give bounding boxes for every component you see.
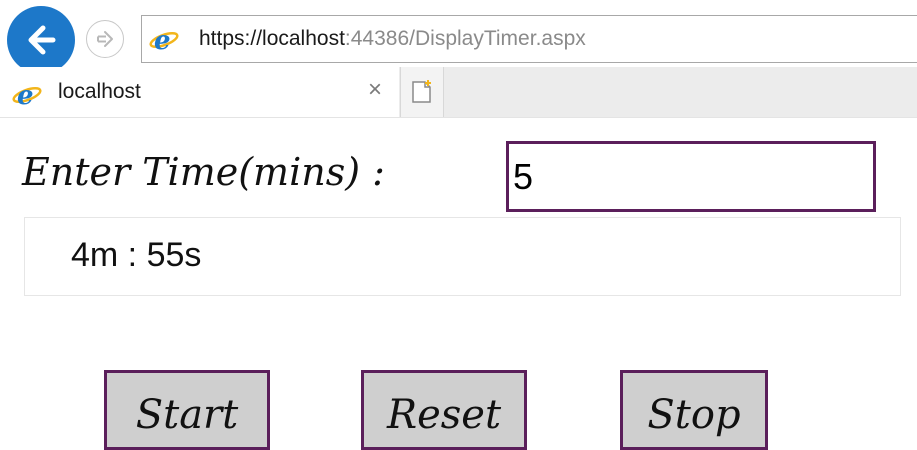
- timer-display: 4m : 55s: [24, 217, 901, 296]
- forward-button[interactable]: [86, 20, 124, 58]
- reset-button[interactable]: Reset: [361, 370, 527, 450]
- tab-title: localhost: [58, 80, 141, 103]
- back-button[interactable]: [7, 6, 75, 74]
- browser-toolbar: e https://localhost:44386/DisplayTimer.a…: [0, 0, 917, 76]
- timer-text: 4m : 55s: [71, 236, 202, 274]
- forward-arrow-icon: [97, 31, 113, 47]
- chrome-divider: [0, 117, 917, 118]
- svg-text:e: e: [17, 81, 34, 108]
- ie-logo-icon: e: [149, 26, 179, 53]
- time-input[interactable]: [506, 141, 876, 212]
- close-icon[interactable]: ×: [368, 78, 382, 102]
- tab-bar: e localhost ×: [0, 67, 917, 117]
- svg-text:e: e: [154, 26, 171, 53]
- address-bar[interactable]: e https://localhost:44386/DisplayTimer.a…: [141, 15, 917, 63]
- new-tab-icon: [412, 80, 431, 103]
- url-text: https://localhost:44386/DisplayTimer.asp…: [199, 27, 586, 51]
- ie-logo-icon: e: [12, 81, 42, 108]
- stop-button[interactable]: Stop: [620, 370, 768, 450]
- back-arrow-icon: [28, 25, 56, 55]
- url-scheme: https://: [199, 27, 263, 50]
- new-tab-button[interactable]: [400, 67, 444, 117]
- tab-localhost[interactable]: e localhost ×: [0, 67, 399, 117]
- url-path: :44386/DisplayTimer.aspx: [344, 27, 586, 50]
- url-host: localhost: [262, 27, 345, 50]
- start-button[interactable]: Start: [104, 370, 270, 450]
- time-label: Enter Time(mins) :: [22, 150, 385, 194]
